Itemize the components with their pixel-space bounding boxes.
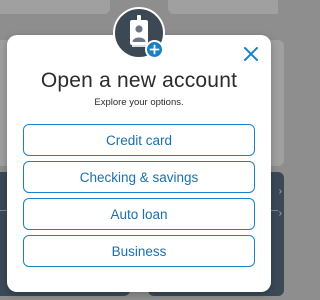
credit-card-button[interactable]: Credit card — [23, 124, 255, 156]
open-account-modal: Open a new account Explore your options.… — [7, 35, 271, 292]
plus-icon — [149, 44, 160, 55]
background-icon: › — [278, 186, 282, 197]
plus-badge — [145, 40, 164, 59]
close-icon — [244, 47, 258, 61]
account-options-list: Credit card Checking & savings Auto loan… — [23, 124, 255, 267]
modal-subtitle: Explore your options. — [94, 97, 184, 108]
auto-loan-button[interactable]: Auto loan — [23, 198, 255, 230]
background-card — [0, 0, 110, 14]
checking-savings-button[interactable]: Checking & savings — [23, 161, 255, 193]
background-icon: › — [278, 208, 282, 219]
close-button[interactable] — [240, 43, 262, 65]
modal-title: Open a new account — [40, 69, 238, 92]
business-button[interactable]: Business — [23, 235, 255, 267]
background-card — [168, 0, 278, 14]
